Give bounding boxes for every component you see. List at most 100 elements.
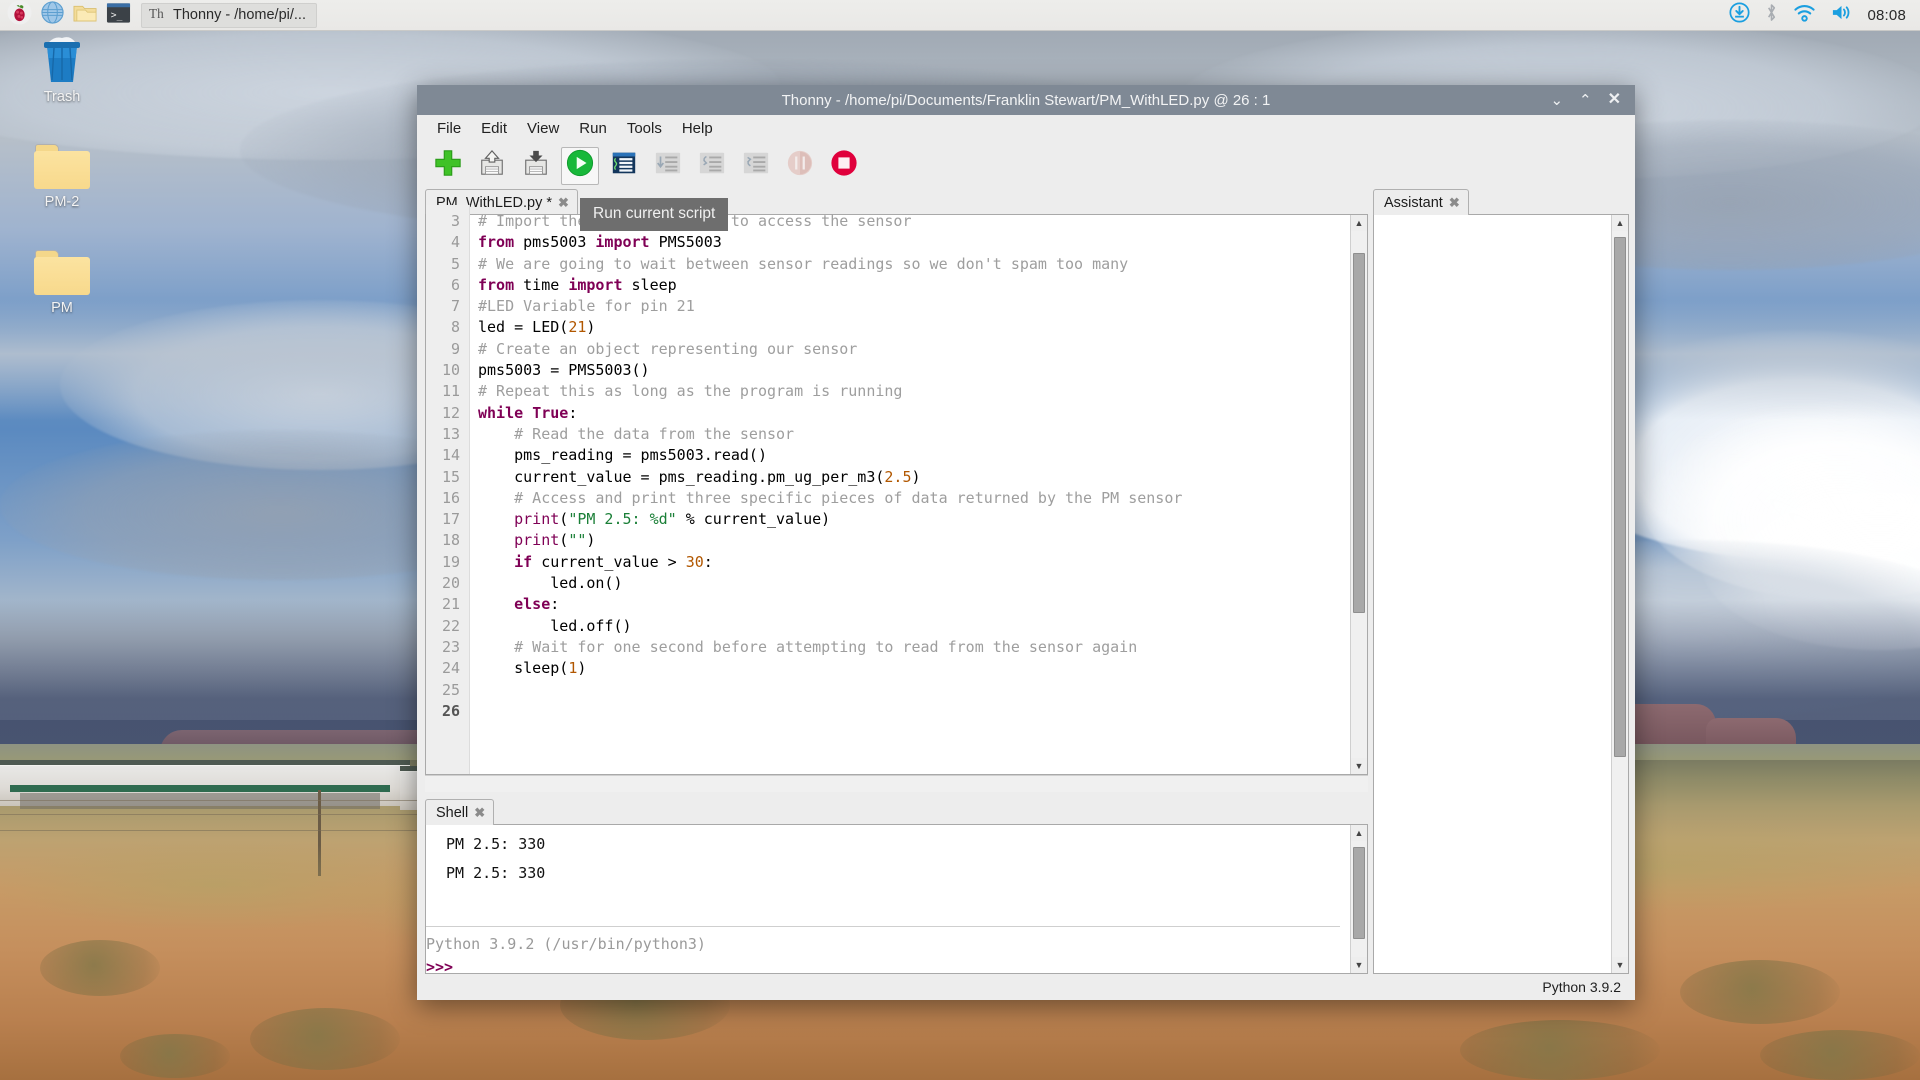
assistant-tab[interactable]: Assistant ✖ (1373, 189, 1469, 215)
shell-tab-close-icon[interactable]: ✖ (474, 805, 485, 821)
assistant-panel[interactable]: ▲ ▼ (1373, 214, 1629, 974)
scrollbar-thumb[interactable] (1614, 237, 1626, 757)
line-number: 21 (441, 595, 460, 614)
toolbar (417, 142, 1635, 189)
code-line: current_value = pms_reading.pm_ug_per_m3… (478, 467, 921, 486)
trash-icon (37, 36, 87, 84)
shell-divider (426, 926, 1340, 927)
taskbar-launchers: >_ (0, 0, 133, 28)
resume-icon (786, 149, 814, 182)
scrollbar-thumb[interactable] (1353, 253, 1365, 613)
maximize-button[interactable]: ⌃ (1579, 93, 1592, 108)
shell-tab[interactable]: Shell ✖ (425, 799, 495, 825)
code-editor[interactable]: 3 4 5 6 7 8 9 10 11 12 13 14 15 16 17 18 19 20 21 22 23 24 25 2… (425, 205, 1368, 775)
code-line: led.on() (478, 574, 623, 593)
folder-icon (34, 144, 90, 189)
interpreter-label[interactable]: Python 3.9.2 (1542, 979, 1621, 995)
line-number: 20 (441, 574, 460, 593)
shell-vertical-scrollbar[interactable]: ▲ ▼ (1350, 825, 1367, 973)
assistant-tabstrip: Assistant ✖ (1373, 189, 1629, 215)
volume-icon[interactable] (1830, 2, 1853, 28)
line-number: 25 (441, 680, 460, 699)
svg-text:Th: Th (149, 6, 164, 21)
scroll-down-arrow-icon[interactable]: ▼ (1351, 758, 1367, 774)
menu-edit[interactable]: Edit (473, 118, 515, 139)
stop-button[interactable] (825, 147, 863, 185)
shell-panel: Shell ✖ PM 2.5: 330 PM 2.5: 330 Python 3… (425, 799, 1368, 976)
terminal-button[interactable]: >_ (104, 2, 133, 28)
step-out-icon (742, 149, 770, 182)
menu-run[interactable]: Run (571, 118, 615, 139)
scroll-up-arrow-icon[interactable]: ▲ (1351, 825, 1367, 841)
line-number: 5 (450, 254, 460, 273)
clock[interactable]: 08:08 (1867, 7, 1906, 24)
desktop-icon-pm[interactable]: PM (14, 250, 110, 316)
editor-vertical-scrollbar[interactable]: ▲ ▼ (1350, 215, 1367, 774)
code-line: # Read the data from the sensor (478, 424, 795, 443)
desktop-icon-label: Trash (43, 89, 81, 105)
shell-prompt[interactable]: >>> (426, 958, 453, 976)
line-number: 7 (450, 297, 460, 316)
play-icon (566, 149, 594, 182)
code-line: # We are going to wait between sensor re… (478, 254, 1129, 273)
code-line: from time import sleep (478, 275, 677, 294)
taskbar-window-button-thonny[interactable]: Th Thonny - /home/pi/... (141, 2, 317, 28)
line-number: 19 (441, 552, 460, 571)
line-number: 23 (441, 637, 460, 656)
menu-tools[interactable]: Tools (619, 118, 670, 139)
scroll-down-arrow-icon[interactable]: ▼ (1351, 957, 1367, 973)
code-line: led = LED(21) (478, 318, 596, 337)
web-browser-button[interactable] (38, 1, 67, 28)
shell-output-line: PM 2.5: 330 (446, 864, 546, 882)
menu-help[interactable]: Help (674, 118, 721, 139)
window-title: Thonny - /home/pi/Documents/Franklin Ste… (781, 91, 1271, 109)
minimize-button[interactable]: ⌄ (1550, 93, 1563, 108)
run-current-script-button[interactable] (561, 146, 599, 185)
code-line: if current_value > 30: (514, 552, 713, 571)
stop-icon (830, 149, 858, 182)
line-number: 10 (441, 361, 460, 380)
statusbar: Python 3.9.2 (417, 974, 1635, 1000)
scroll-down-arrow-icon[interactable]: ▼ (1612, 957, 1628, 973)
save-file-button[interactable] (517, 147, 555, 185)
shell-output-area[interactable]: PM 2.5: 330 PM 2.5: 330 Python 3.9.2 (/u… (426, 825, 1350, 976)
desktop-icon-trash[interactable]: Trash (14, 36, 110, 105)
load-file-button[interactable] (473, 147, 511, 185)
line-number-gutter: 3 4 5 6 7 8 9 10 11 12 13 14 15 16 17 18 19 20 21 22 23 24 25 2… (426, 205, 470, 774)
file-manager-button[interactable] (71, 2, 100, 28)
run-button-tooltip: Run current script (580, 198, 729, 231)
menu-file[interactable]: File (429, 118, 469, 139)
assistant-content (1374, 215, 1611, 973)
line-number: 12 (441, 403, 460, 422)
scrollbar-thumb[interactable] (1353, 847, 1365, 939)
raspberry-menu-button[interactable] (5, 0, 34, 28)
editor-horizontal-scrollbar[interactable] (425, 775, 1368, 792)
assistant-vertical-scrollbar[interactable]: ▲ ▼ (1611, 215, 1628, 973)
wifi-icon[interactable] (1793, 2, 1816, 28)
bluetooth-icon[interactable] (1764, 2, 1779, 28)
debug-current-script-button[interactable] (605, 147, 643, 185)
scroll-up-arrow-icon[interactable]: ▲ (1351, 215, 1367, 231)
desktop-icon-pm-2[interactable]: PM-2 (14, 144, 110, 210)
code-line: led.off() (478, 616, 632, 635)
scroll-up-arrow-icon[interactable]: ▲ (1612, 215, 1628, 231)
code-line: # Create an object representing our sens… (478, 339, 858, 358)
close-button[interactable]: ✕ (1608, 92, 1621, 108)
menu-view[interactable]: View (519, 118, 567, 139)
window-titlebar[interactable]: Thonny - /home/pi/Documents/Franklin Ste… (417, 85, 1635, 115)
assistant-tab-close-icon[interactable]: ✖ (1449, 195, 1460, 211)
new-file-button[interactable] (429, 147, 467, 185)
terminal-icon: >_ (106, 2, 131, 29)
code-text-area[interactable]: # Import the library we use to access th… (470, 205, 1350, 774)
shell-body[interactable]: PM 2.5: 330 PM 2.5: 330 Python 3.9.2 (/u… (425, 824, 1368, 976)
shell-output-line: PM 2.5: 330 (446, 835, 546, 853)
updates-icon[interactable] (1729, 2, 1750, 28)
menubar: File Edit View Run Tools Help (417, 115, 1635, 142)
shell-tab-label: Shell (436, 804, 469, 821)
floppy-up-icon (478, 149, 506, 182)
code-line: print("PM 2.5: %d" % current_value) (514, 510, 831, 529)
file-manager-icon (73, 2, 98, 29)
floppy-down-icon (522, 149, 550, 182)
workspace: PM_WithLED.py * ✖ 3 4 5 6 7 8 9 10 11 12 13 14 15 16 1… (417, 189, 1635, 976)
